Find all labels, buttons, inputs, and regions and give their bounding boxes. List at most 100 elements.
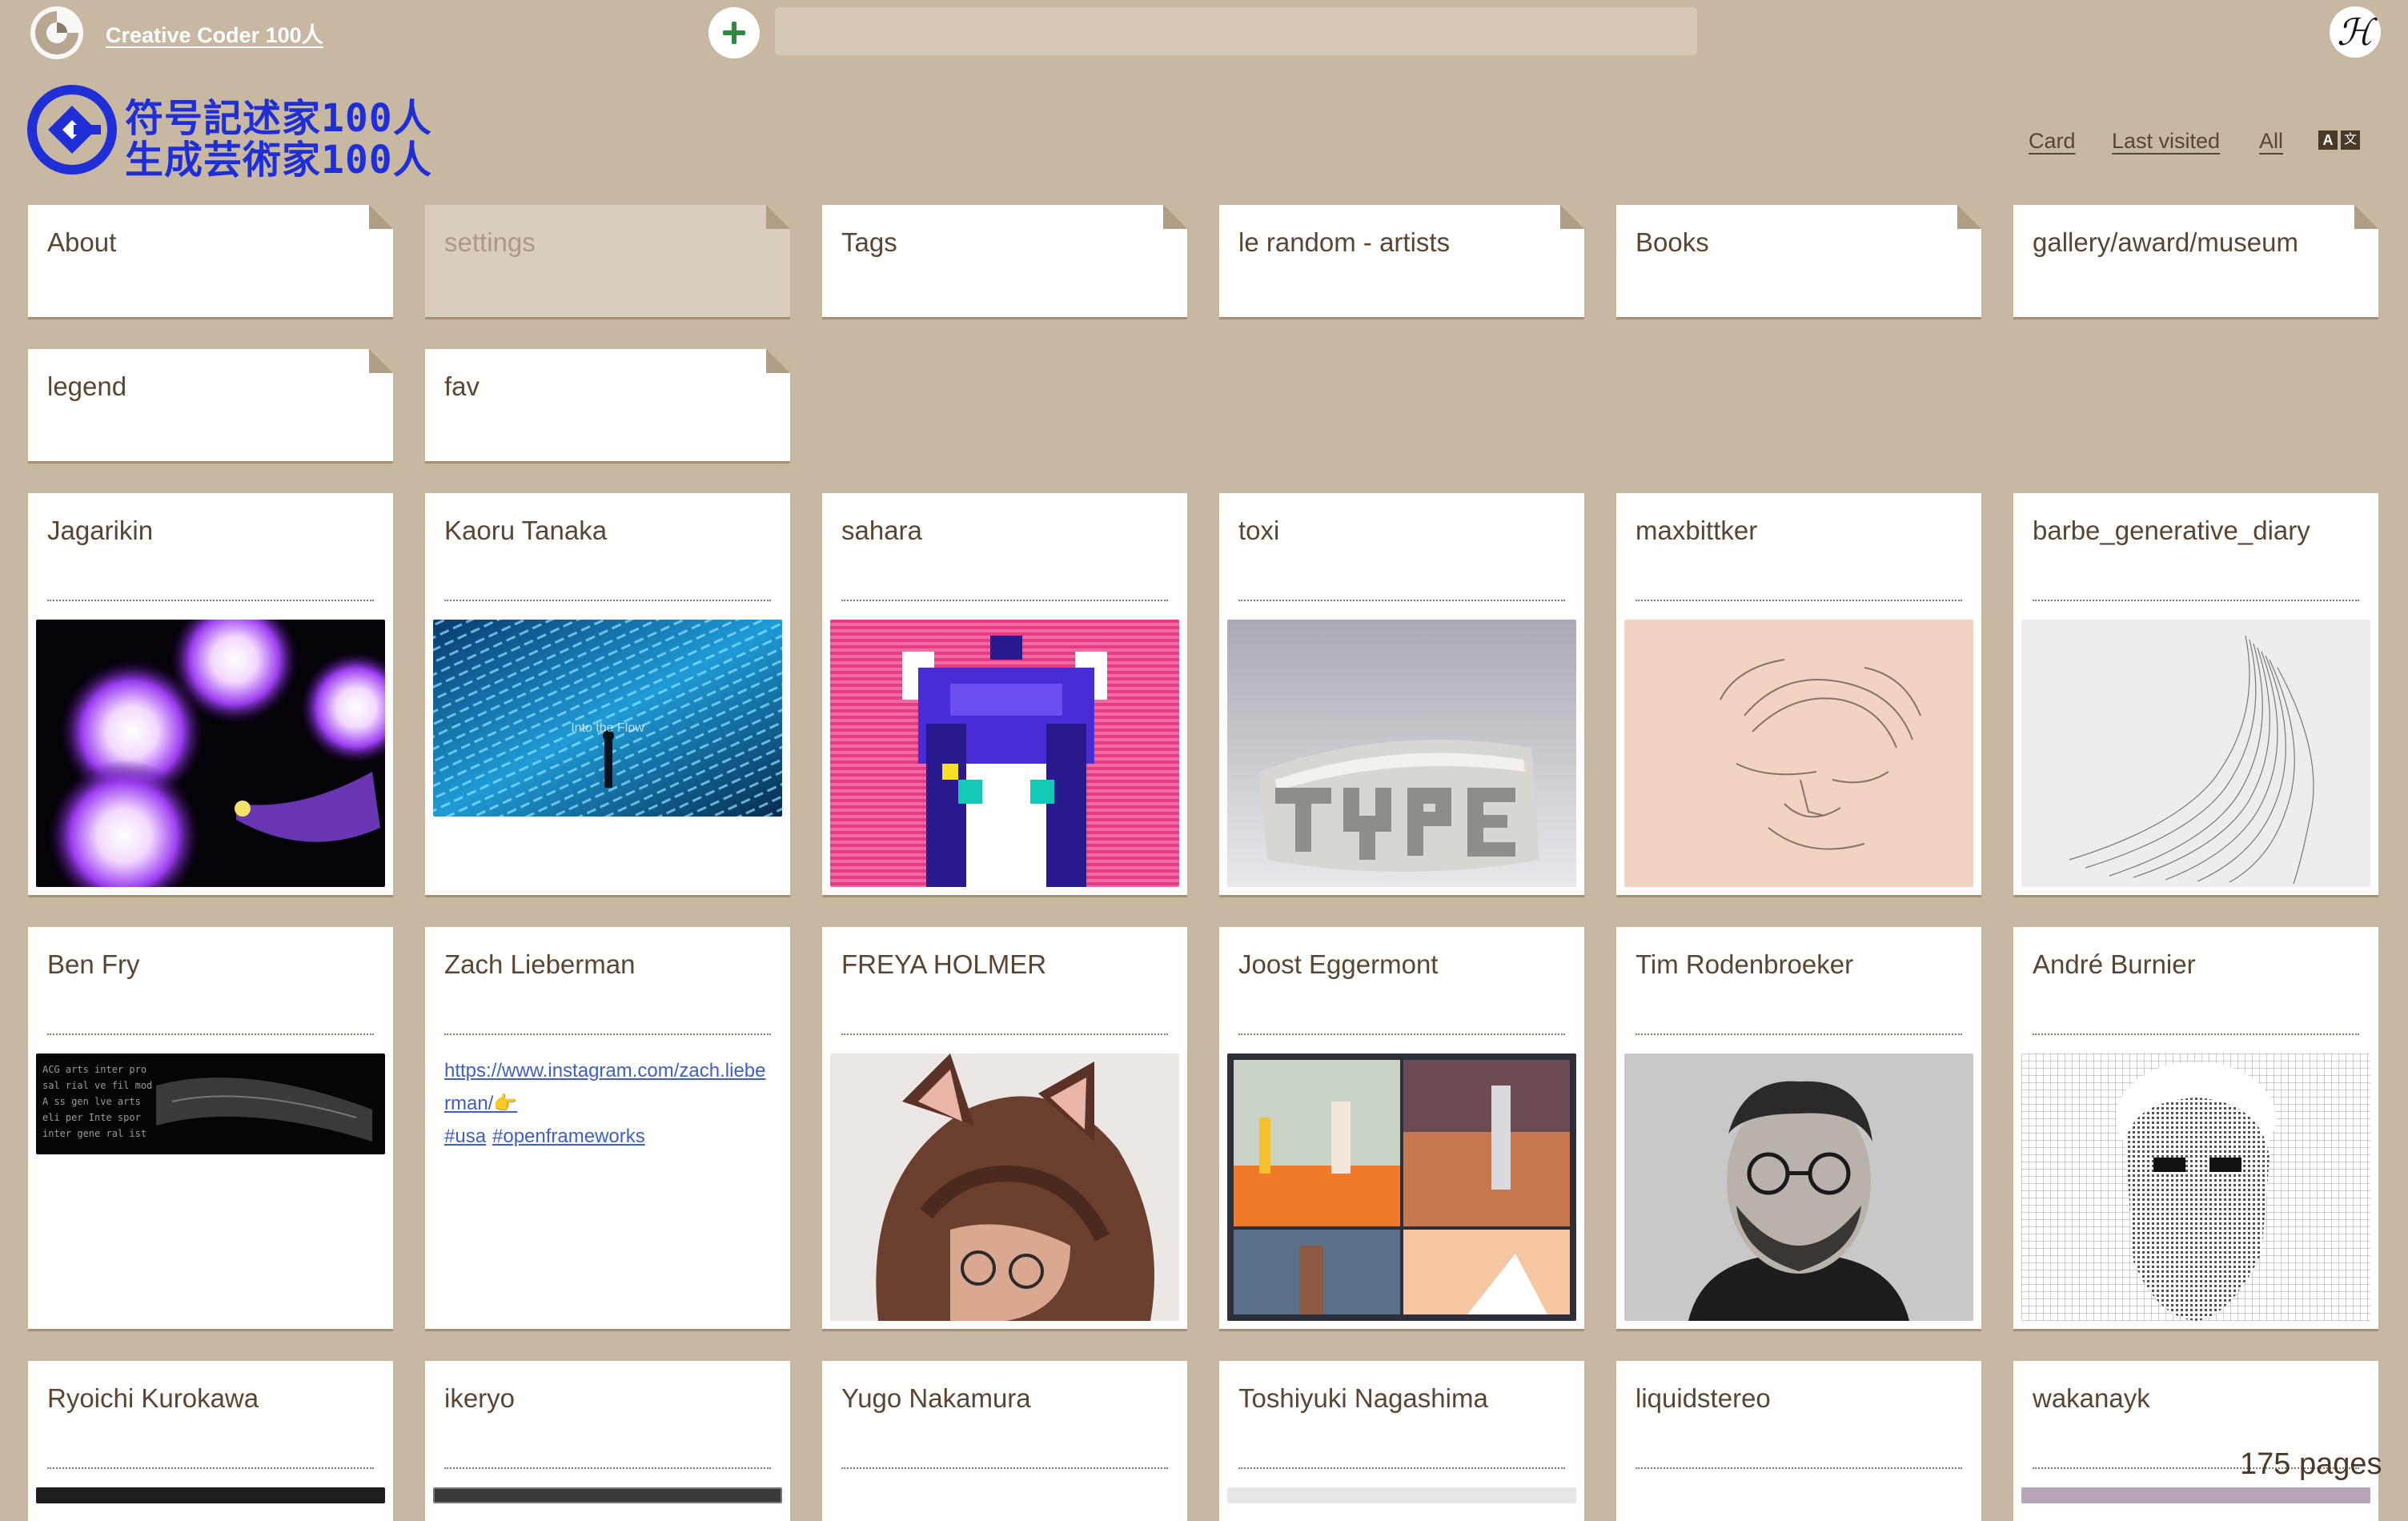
card-title: liquidstereo xyxy=(1635,1383,1771,1413)
page-card-freya-holmer[interactable]: FREYA HOLMER xyxy=(822,927,1187,1329)
svg-text:eli per Inte spor: eli per Inte spor xyxy=(42,1112,141,1123)
site-logo[interactable]: 符号記述家100人 生成芸術家100人 xyxy=(27,85,431,183)
card-divider xyxy=(1238,600,1565,601)
page-card-sahara[interactable]: sahara xyxy=(822,493,1187,895)
page-card-yugo-nakamura[interactable]: Yugo Nakamura xyxy=(822,1361,1187,1521)
pinned-card-le-random-artists[interactable]: le random - artists xyxy=(1219,205,1584,317)
card-divider xyxy=(1238,1467,1565,1469)
card-title: Ryoichi Kurokawa xyxy=(47,1383,259,1413)
logo-line-2: 生成芸術家100人 xyxy=(125,138,432,183)
card-divider xyxy=(2033,600,2359,601)
page-card-ikeryo[interactable]: ikeryo xyxy=(425,1361,790,1521)
card-title: Jagarikin xyxy=(47,516,154,545)
page-card-jagarikin[interactable]: Jagarikin xyxy=(28,493,393,895)
overlay-text: Into the Flow xyxy=(571,721,644,735)
card-divider xyxy=(1238,1033,1565,1035)
view-mode-card-button[interactable]: Card xyxy=(2029,129,2076,154)
portrait-cat-ears-image xyxy=(830,1053,1179,1321)
3d-type-image xyxy=(1227,620,1576,887)
page-card-zach-lieberman[interactable]: Zach Lieberman https://www.instagram.com… xyxy=(425,927,790,1329)
portrait-glasses-image xyxy=(1624,1053,1973,1321)
pinned-card-settings[interactable]: settings xyxy=(425,205,790,317)
card-divider xyxy=(841,1033,1168,1035)
card-title: Yugo Nakamura xyxy=(841,1383,1031,1413)
pencil-sketch-image xyxy=(1624,620,1973,887)
card-divider xyxy=(841,600,1168,601)
pinned-card-fav[interactable]: fav xyxy=(425,349,790,461)
card-title: André Burnier xyxy=(2033,949,2196,979)
top-bar: Creative Coder 100人 ℋ xyxy=(0,0,2408,64)
search-input[interactable] xyxy=(775,7,1697,55)
svg-text:sal rial ve fil mod: sal rial ve fil mod xyxy=(42,1080,152,1091)
card-divider xyxy=(1635,1033,1962,1035)
filter-all-button[interactable]: All xyxy=(2259,129,2283,154)
svg-text:ACG arts inter pro: ACG arts inter pro xyxy=(42,1064,146,1075)
ascii-portrait-image xyxy=(2021,1053,2370,1321)
card-title: Ben Fry xyxy=(47,949,140,979)
card-divider xyxy=(841,1467,1168,1469)
card-title: sahara xyxy=(841,516,922,545)
page-card-tim-rodenbroeker[interactable]: Tim Rodenbroeker xyxy=(1616,927,1981,1329)
page-card-andre-burnier[interactable]: André Burnier xyxy=(2013,927,2378,1329)
purple-orbs-image xyxy=(36,620,385,887)
user-avatar[interactable]: ℋ xyxy=(2330,6,2381,58)
plus-circle-icon xyxy=(723,22,745,44)
card-divider xyxy=(47,600,374,601)
page-card-barbe-generative-diary[interactable]: barbe_generative_diary xyxy=(2013,493,2378,895)
card-title: Joost Eggermont xyxy=(1238,949,1439,979)
svg-text:A ss gen lve arts: A ss gen lve arts xyxy=(42,1096,141,1107)
instagram-link[interactable]: https://www.instagram.com/zach.liebe xyxy=(444,1060,766,1082)
card-divider xyxy=(2033,1033,2359,1035)
page-card-kaoru-tanaka[interactable]: Kaoru Tanaka Into the Flow xyxy=(425,493,790,895)
card-title: ikeryo xyxy=(444,1383,516,1413)
page-card-toshiyuki-nagashima[interactable]: Toshiyuki Nagashima xyxy=(1219,1361,1584,1521)
tag-openframeworks-link[interactable]: #openframeworks xyxy=(492,1126,645,1148)
page-count: 175 pages xyxy=(2240,1447,2382,1481)
card-title: wakanayk xyxy=(2033,1383,2150,1413)
translate-icon[interactable]: A 文 xyxy=(2318,129,2362,153)
project-name-link[interactable]: Creative Coder 100人 xyxy=(106,18,323,49)
card-title: Toshiyuki Nagashima xyxy=(1238,1383,1488,1413)
pinned-card-books[interactable]: Books xyxy=(1616,205,1981,317)
avatar-letter: ℋ xyxy=(2337,10,2374,54)
card-thumbnail xyxy=(1227,1487,1576,1503)
card-title: Tim Rodenbroeker xyxy=(1635,949,1854,979)
card-title: Tags xyxy=(841,227,897,257)
card-divider xyxy=(47,1033,374,1035)
card-title: le random - artists xyxy=(1238,227,1451,257)
card-thumbnail xyxy=(36,1487,385,1503)
page-card-liquidstereo[interactable]: liquidstereo xyxy=(1616,1361,1981,1521)
pinned-card-gallery-award-museum[interactable]: gallery/award/museum xyxy=(2013,205,2378,317)
card-title: FREYA HOLMER xyxy=(841,949,1047,979)
page-card-ben-fry[interactable]: Ben Fry ACG arts inter pro sal rial ve f… xyxy=(28,927,393,1329)
lang-a: A xyxy=(2318,130,2338,150)
pinned-card-legend[interactable]: legend xyxy=(28,349,393,461)
card-title: barbe_generative_diary xyxy=(2033,516,2310,545)
new-page-button[interactable] xyxy=(708,7,760,58)
pinned-card-about[interactable]: About xyxy=(28,205,393,317)
page-card-wakanayk[interactable]: wakanayk xyxy=(2013,1361,2378,1521)
smoke-lines-image xyxy=(2021,620,2370,887)
card-thumbnail xyxy=(433,1487,782,1503)
sort-last-visited-button[interactable]: Last visited xyxy=(2112,129,2220,154)
page-card-maxbittker[interactable]: maxbittker xyxy=(1616,493,1981,895)
instagram-link-cont[interactable]: rman/👉 xyxy=(444,1092,517,1115)
card-title: gallery/award/museum xyxy=(2033,227,2298,257)
card-title: Books xyxy=(1635,227,1709,257)
lang-b: 文 xyxy=(2341,130,2360,150)
page-card-ryoichi-kurokawa[interactable]: Ryoichi Kurokawa xyxy=(28,1361,393,1521)
project-logo-icon[interactable] xyxy=(29,5,85,61)
pinned-card-tags[interactable]: Tags xyxy=(822,205,1187,317)
page-card-toxi[interactable]: toxi xyxy=(1219,493,1584,895)
pixel-cat-image xyxy=(830,620,1179,887)
tag-usa-link[interactable]: #usa xyxy=(444,1126,486,1148)
page-card-joost-eggermont[interactable]: Joost Eggermont xyxy=(1219,927,1584,1329)
card-title: About xyxy=(47,227,117,257)
card-divider xyxy=(1635,600,1962,601)
card-title: toxi xyxy=(1238,516,1280,545)
card-title: legend xyxy=(47,371,127,401)
lowpoly-scenes-image xyxy=(1227,1053,1576,1321)
card-title: maxbittker xyxy=(1635,516,1758,545)
card-divider xyxy=(1635,1467,1962,1469)
logo-mark-icon xyxy=(27,85,117,175)
